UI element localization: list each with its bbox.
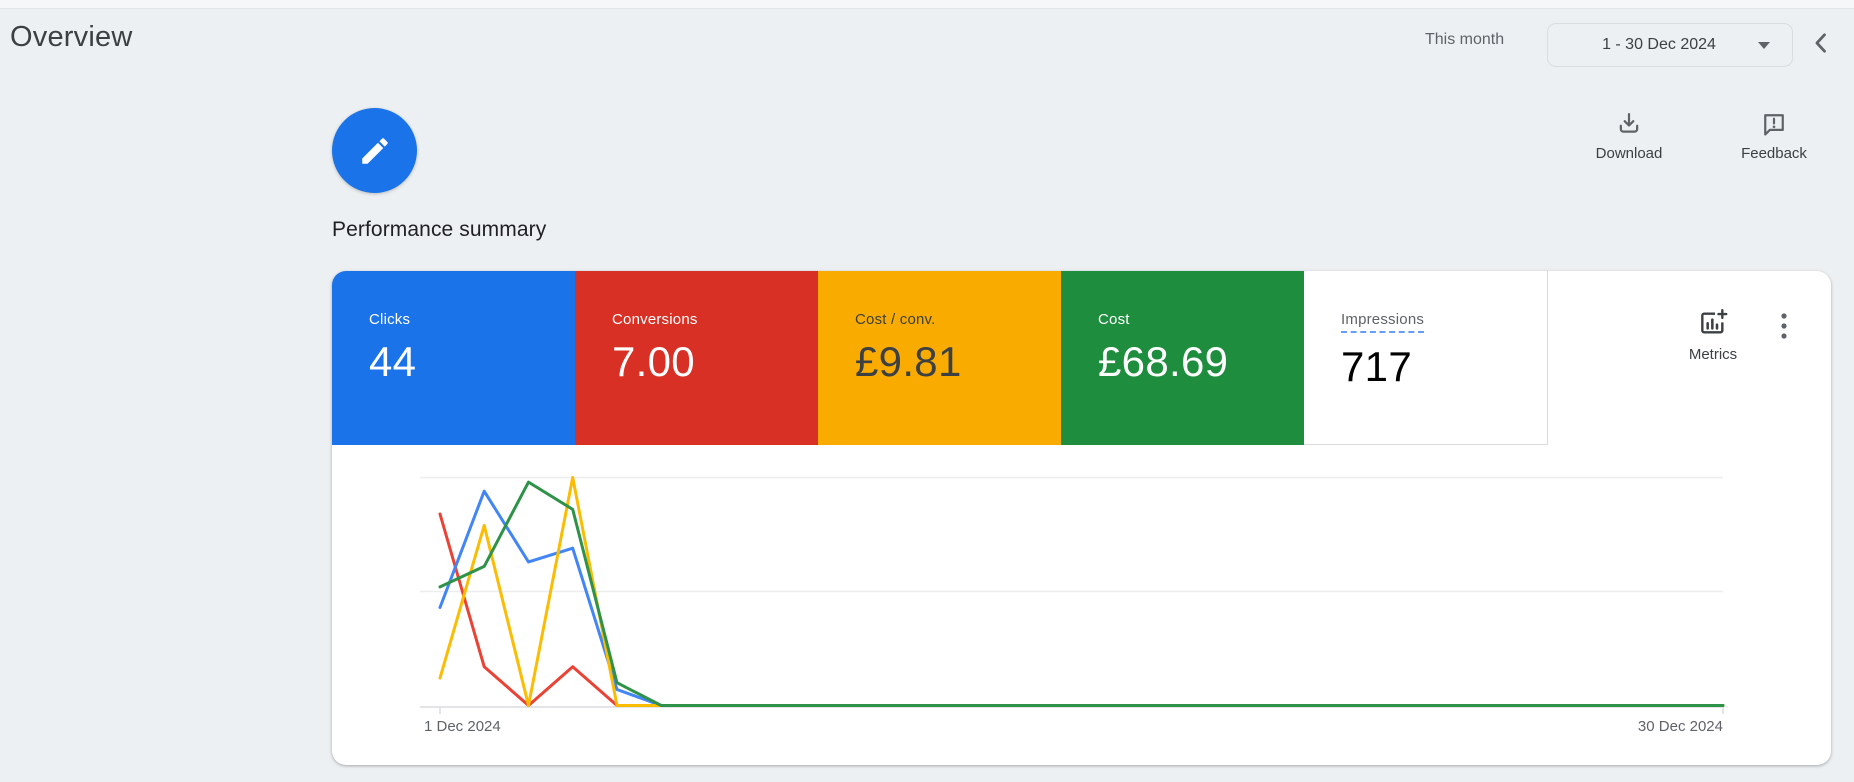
scorecard-value: 717	[1341, 343, 1412, 390]
scorecard-clicks[interactable]: Clicks 44	[332, 271, 575, 445]
metric-scoreboard: Clicks 44 Conversions 7.00 Cost / conv. …	[332, 271, 1548, 445]
scorecard-label: Cost	[1098, 311, 1130, 328]
date-range-value: 1 - 30 Dec 2024	[1602, 36, 1716, 53]
scorecard-cost[interactable]: Cost £68.69	[1061, 271, 1304, 445]
card-title: Performance summary	[332, 218, 547, 241]
scorecard-value: 44	[369, 338, 417, 385]
x-axis-end-label: 30 Dec 2024	[1637, 718, 1723, 735]
page-title: Overview	[10, 21, 133, 53]
metrics-button[interactable]: Metrics	[1670, 307, 1756, 363]
scorecard-label: Impressions	[1341, 311, 1547, 333]
scorecard-conversions[interactable]: Conversions 7.00	[575, 271, 818, 445]
top-divider	[0, 0, 1854, 9]
download-label: Download	[1595, 145, 1663, 162]
scorecard-impressions[interactable]: Impressions 717	[1304, 271, 1548, 445]
more-options-button[interactable]	[1769, 309, 1799, 347]
performance-summary-card: Clicks 44 Conversions 7.00 Cost / conv. …	[332, 271, 1831, 765]
metrics-label: Metrics	[1688, 346, 1738, 363]
download-button[interactable]: Download	[1584, 110, 1674, 162]
scorecard-cost-per-conv[interactable]: Cost / conv. £9.81	[818, 271, 1061, 445]
google-ads-overview-page: Overview This month 1 - 30 Dec 2024 Down…	[0, 0, 1854, 782]
scorecard-value: £9.81	[855, 338, 962, 385]
x-axis-start-label: 1 Dec 2024	[424, 718, 501, 735]
scorecard-value: £68.69	[1098, 338, 1229, 385]
scorecard-label: Clicks	[369, 311, 411, 328]
scorecard-label: Cost / conv.	[855, 311, 936, 328]
chevron-down-icon	[1758, 41, 1770, 49]
feedback-icon	[1764, 114, 1784, 136]
scorecard-value: 7.00	[612, 338, 695, 385]
period-label: This month	[1425, 31, 1505, 48]
collapse-panel-button[interactable]	[1806, 29, 1836, 59]
feedback-button[interactable]: Feedback	[1729, 110, 1819, 162]
date-range-selector[interactable]: 1 - 30 Dec 2024	[1547, 23, 1793, 67]
chevron-left-icon	[1815, 33, 1826, 53]
kebab-menu-icon	[1781, 312, 1787, 339]
edit-button[interactable]	[332, 108, 417, 193]
feedback-label: Feedback	[1741, 145, 1807, 162]
metrics-chart-plus-icon	[1701, 309, 1728, 334]
pencil-icon	[361, 137, 388, 164]
download-icon	[1619, 112, 1639, 133]
scorecard-label: Conversions	[612, 311, 698, 328]
